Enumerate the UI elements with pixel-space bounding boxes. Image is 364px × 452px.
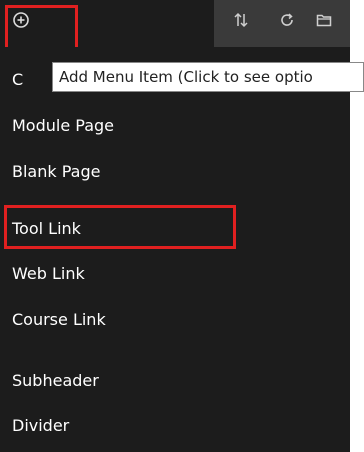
menu-item-label: C [12,69,24,89]
screenshot-frame: C Module Page Blank Page Tool Link Web L… [0,0,364,452]
add-circle-icon[interactable] [9,8,33,32]
reorder-arrows-icon[interactable] [229,8,253,32]
folder-icon[interactable] [312,8,336,32]
menu-item-label: Course Link [12,309,106,329]
menu-item-label: Divider [12,415,70,435]
menu-item-divider[interactable]: Divider [0,405,350,445]
menu-item-blank-page[interactable]: Blank Page [0,151,350,191]
menu-toolbar [0,0,364,47]
menu-item-tool-link[interactable]: Tool Link [0,208,350,248]
menu-item-module-page[interactable]: Module Page [0,105,350,145]
menu-item-label: Web Link [12,263,85,283]
menu-item-subheader[interactable]: Subheader [0,360,350,400]
menu-item-label: Module Page [12,115,114,135]
refresh-icon[interactable] [275,8,299,32]
menu-item-label: Tool Link [12,218,81,238]
menu-item-label: Blank Page [12,161,101,181]
menu-item-web-link[interactable]: Web Link [0,253,350,293]
add-menu-tooltip: Add Menu Item (Click to see optio [52,62,364,92]
toolbar-edge [350,0,364,47]
add-menu-dropdown: C Module Page Blank Page Tool Link Web L… [0,47,350,452]
menu-item-course-link[interactable]: Course Link [0,299,350,339]
menu-item-label: Subheader [12,370,99,390]
